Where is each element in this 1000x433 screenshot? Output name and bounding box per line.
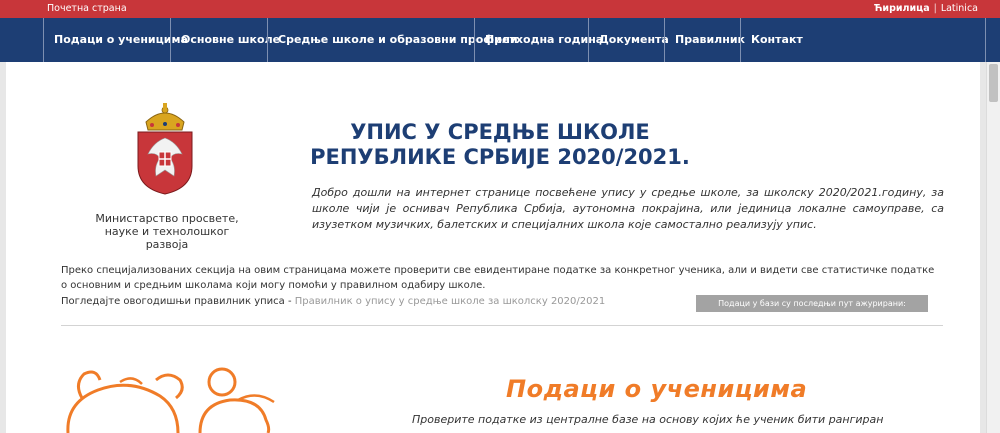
last-updated-badge: Подаци у бази су последњи пут ажурирани:… xyxy=(696,295,928,325)
section-divider xyxy=(61,325,943,326)
main-nav: Подаци о ученицима Основне школе Средње … xyxy=(0,18,1000,62)
vertical-scrollbar[interactable] xyxy=(986,62,1000,433)
lang-latin-link[interactable]: Latinica xyxy=(941,3,978,14)
scrollbar-thumb[interactable] xyxy=(989,64,998,102)
lang-cyrillic-link[interactable]: Ћирилица xyxy=(874,3,930,14)
nav-item-previous-year[interactable]: Претходна година xyxy=(474,18,603,62)
section-subtitle: Проверите податке из централне базе на о… xyxy=(412,413,884,426)
info-paragraph: Преко специјализованих секција на овим с… xyxy=(61,265,935,291)
lang-separator: | xyxy=(933,3,937,14)
coat-of-arms-icon xyxy=(137,103,193,195)
nav-item-primary-schools[interactable]: Основне школе xyxy=(170,18,280,62)
home-link[interactable]: Почетна страна xyxy=(47,3,127,14)
nav-item-rulebook[interactable]: Правилник xyxy=(664,18,745,62)
rulebook-link[interactable]: Правилник о упису у средње школе за школ… xyxy=(295,296,605,307)
rulebook-line: Погледајте овогодишњи правилник уписа - … xyxy=(61,296,605,307)
page-title: УПИС У СРЕДЊЕ ШКОЛЕ РЕПУБЛИКЕ СРБИЈЕ 202… xyxy=(310,120,690,169)
nav-divider xyxy=(985,18,986,62)
top-bar: Почетна страна Ћирилица | Latinica xyxy=(0,0,1000,18)
rulebook-prefix: Погледајте овогодишњи правилник уписа - xyxy=(61,296,295,307)
nav-item-contact[interactable]: Контакт xyxy=(740,18,803,62)
children-illustration-icon xyxy=(66,367,275,433)
ministry-name: Министарство просвете, науке и технолошк… xyxy=(95,212,239,251)
nav-item-documents[interactable]: Документа xyxy=(588,18,669,62)
language-switcher: Ћирилица | Latinica xyxy=(874,3,978,14)
section-title: Подаци о ученицима xyxy=(506,375,808,403)
welcome-text: Добро дошли на интернет странице посвеће… xyxy=(312,186,944,231)
nav-item-students[interactable]: Подаци о ученицима xyxy=(43,18,188,62)
